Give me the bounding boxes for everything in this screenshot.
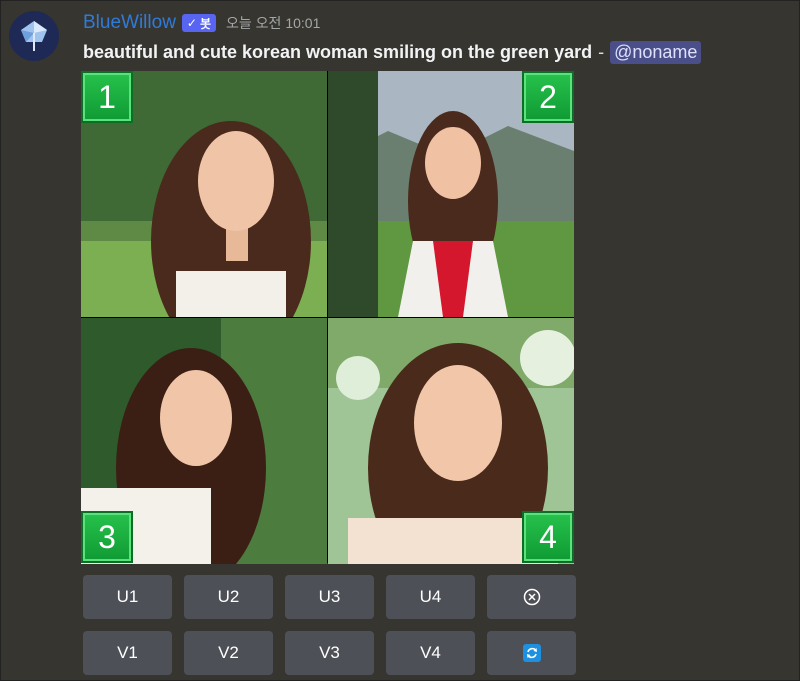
prompt-text: beautiful and cute korean woman smiling … [83,42,593,62]
bot-tag: ✓ 봇 [181,14,217,32]
cancel-button[interactable] [487,575,576,619]
cancel-circle-icon [523,588,540,606]
badge-3: 3 [81,511,133,563]
variation-button-1[interactable]: V1 [83,631,172,675]
separator: - [598,42,605,62]
bot-tag-label: 봇 [199,16,212,31]
message-content: beautiful and cute korean woman smiling … [83,41,702,64]
variation-button-2[interactable]: V2 [184,631,273,675]
username[interactable]: BlueWillow [83,12,176,34]
bluewillow-logo-icon [21,21,47,51]
message-header: BlueWillow ✓ 봇 오늘 오전 10:01 [83,11,320,35]
timestamp: 오늘 오전 10:01 [226,15,321,31]
image-grid[interactable]: 1 2 3 4 [81,71,574,564]
variation-button-4[interactable]: V4 [386,631,475,675]
badge-2: 2 [522,71,574,123]
badge-4: 4 [522,511,574,563]
check-icon: ✓ [186,16,197,30]
avatar[interactable] [9,11,59,61]
reroll-button[interactable] [487,631,576,675]
variation-button-3[interactable]: V3 [285,631,374,675]
upscale-button-1[interactable]: U1 [83,575,172,619]
reroll-icon [522,644,541,662]
upscale-button-4[interactable]: U4 [386,575,475,619]
upscale-button-2[interactable]: U2 [184,575,273,619]
user-mention[interactable]: @noname [610,41,702,64]
badge-1: 1 [81,71,133,123]
variation-button-row: V1 V2 V3 V4 [83,631,576,675]
upscale-button-3[interactable]: U3 [285,575,374,619]
upscale-button-row: U1 U2 U3 U4 [83,575,576,619]
